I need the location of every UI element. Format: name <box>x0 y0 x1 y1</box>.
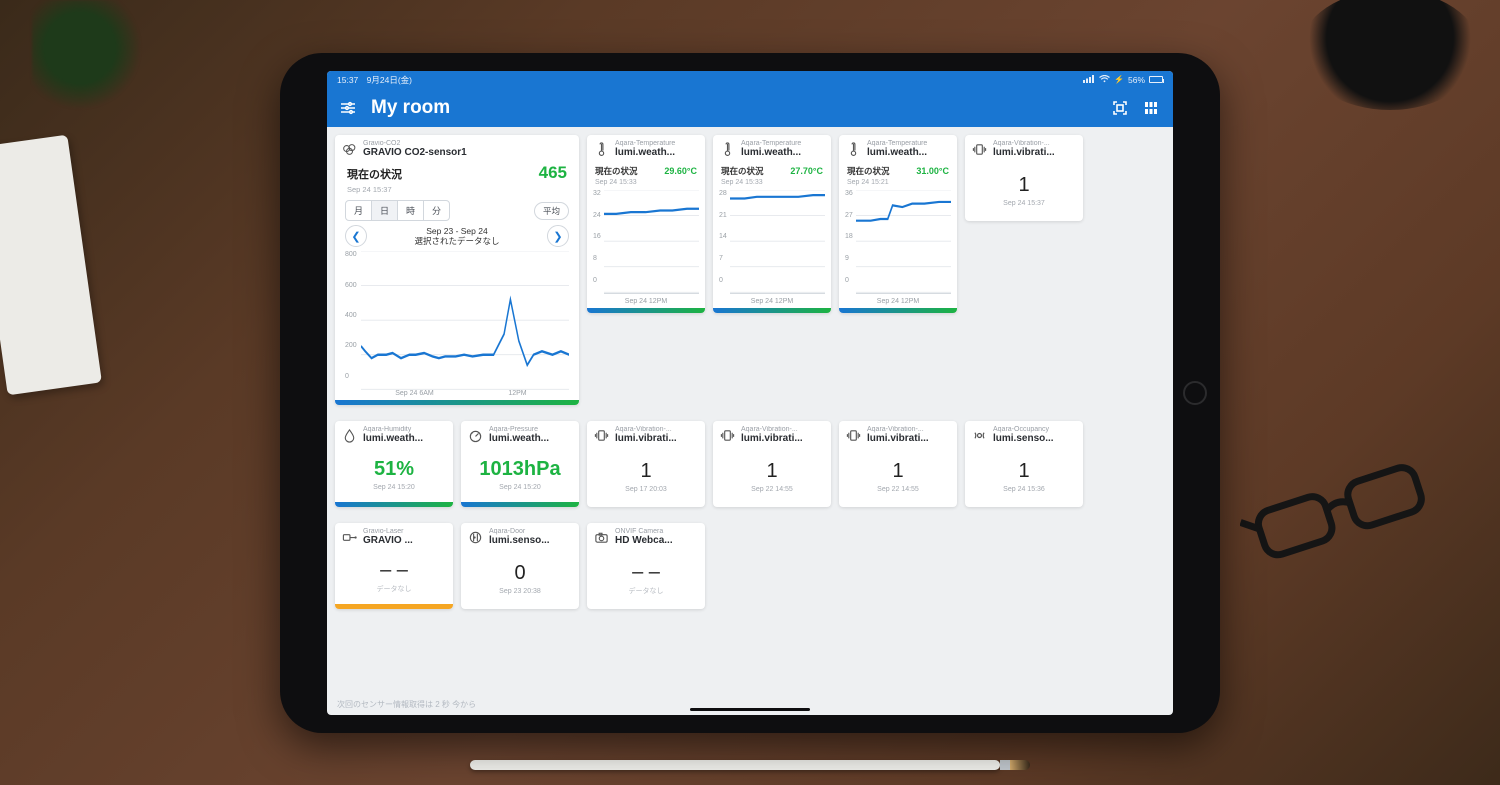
sensor-type: Gravio-CO2 <box>363 140 572 148</box>
battery-icon <box>1149 76 1163 83</box>
door-icon <box>468 530 483 545</box>
co2-icon <box>342 142 357 157</box>
vibration-icon <box>594 428 609 443</box>
chart-date-range: Sep 23 - Sep 24 <box>414 226 499 237</box>
temperature-chart: 36271890 <box>839 186 957 295</box>
tablet-frame: 15:37 9月24日(金) ⚡ 56% My room <box>280 53 1220 733</box>
status-gradient-bar <box>335 400 579 405</box>
page-title: My room <box>371 97 450 119</box>
vibration-icon <box>720 428 735 443</box>
time-range-segments: 月 日 時 分 <box>345 200 450 221</box>
temperature-chart: 32241680 <box>587 186 705 295</box>
occupancy-icon <box>972 428 987 443</box>
sensor-name: GRAVIO CO2-sensor1 <box>363 147 572 159</box>
tile-value: 0 <box>514 562 525 585</box>
temperature-value: 27.70°C <box>790 166 823 176</box>
decor-branch <box>32 0 152 120</box>
droplet-icon <box>342 428 357 443</box>
vibration-icon <box>972 142 987 157</box>
signal-icon <box>1083 75 1095 85</box>
status-date: 9月24日(金) <box>367 75 412 85</box>
chart-next-button[interactable]: ❯ <box>547 225 569 247</box>
charging-icon: ⚡ <box>1114 75 1124 84</box>
app-header: My room <box>327 89 1173 127</box>
temperature-chart: 28211470 <box>713 186 831 295</box>
tile-value: – – <box>632 561 660 584</box>
status-time: 15:37 <box>337 75 358 85</box>
scan-icon[interactable] <box>1111 99 1129 117</box>
thermometer-icon <box>594 142 609 157</box>
sensor-card[interactable]: ONVIF CameraHD Webca...– –データなし <box>587 523 705 609</box>
temperature-value: 29.60°C <box>664 166 697 176</box>
sensor-card[interactable]: Aqara-Vibration-...lumi.vibrati...1Sep 2… <box>713 421 831 507</box>
battery-pct: 56% <box>1128 75 1145 85</box>
co2-value: 465 <box>539 163 567 183</box>
sensor-card[interactable]: Aqara-Humiditylumi.weath...51%Sep 24 15:… <box>335 421 453 507</box>
temperature-value: 31.00°C <box>916 166 949 176</box>
tile-value: 1 <box>1018 460 1029 483</box>
decor-glasses <box>1240 430 1460 590</box>
seg-day[interactable]: 日 <box>372 201 398 220</box>
seg-minute[interactable]: 分 <box>424 201 449 220</box>
co2-chart: 800 600 400 200 0 <box>335 249 579 389</box>
sensor-card-co2[interactable]: Gravio-CO2 GRAVIO CO2-sensor1 現在の状況 465 … <box>335 135 579 405</box>
sensor-card[interactable]: Aqara-Pressurelumi.weath...1013hPaSep 24… <box>461 421 579 507</box>
card-grid: Gravio-CO2 GRAVIO CO2-sensor1 現在の状況 465 … <box>327 127 1173 695</box>
co2-timestamp: Sep 24 15:37 <box>335 185 579 198</box>
decor-apple-pencil <box>470 759 1030 771</box>
sensor-card[interactable]: Aqara-Vibration-...lumi.vibrati...1Sep 1… <box>587 421 705 507</box>
status-label: 現在の状況 <box>347 166 402 182</box>
wifi-icon <box>1099 75 1110 85</box>
thermometer-icon <box>720 142 735 157</box>
sensor-card[interactable]: Aqara-Doorlumi.senso...0Sep 23 20:38 <box>461 523 579 609</box>
vibration-icon <box>846 428 861 443</box>
menu-icon[interactable] <box>339 99 357 117</box>
tile-value: 1 <box>766 460 777 483</box>
tablet-home-button[interactable] <box>1183 381 1207 405</box>
sensor-card[interactable]: Aqara-Vibration-...lumi.vibrati...1Sep 2… <box>839 421 957 507</box>
chart-nodata-label: 選択されたデータなし <box>414 236 499 247</box>
status-bar: 15:37 9月24日(金) ⚡ 56% <box>327 71 1173 89</box>
chart-prev-button[interactable]: ❮ <box>345 225 367 247</box>
footer-status: 次回のセンサー情報取得は 2 秒 今から <box>327 695 1173 715</box>
sensor-card-temperature[interactable]: Aqara-Temperaturelumi.weath...現在の状況29.60… <box>587 135 705 313</box>
sensor-card-temperature[interactable]: Aqara-Temperaturelumi.weath...現在の状況31.00… <box>839 135 957 313</box>
decor-camera <box>1300 0 1480 110</box>
gauge-icon <box>468 428 483 443</box>
sensor-card-vibration[interactable]: Aqara-Vibration-... lumi.vibrati... 1 Se… <box>965 135 1083 221</box>
tile-value: – – <box>380 559 408 582</box>
laser-icon <box>342 530 357 545</box>
sensor-card[interactable]: Gravio-LaserGRAVIO ...– –データなし <box>335 523 453 609</box>
tile-value: 1 <box>640 460 651 483</box>
tile-value: 1013hPa <box>479 458 560 481</box>
sensor-card-temperature[interactable]: Aqara-Temperaturelumi.weath...現在の状況27.70… <box>713 135 831 313</box>
seg-month[interactable]: 月 <box>346 201 372 220</box>
sensor-card[interactable]: Aqara-Occupancylumi.senso...1Sep 24 15:3… <box>965 421 1083 507</box>
thermometer-icon <box>846 142 861 157</box>
decor-laptop-corner <box>0 135 102 396</box>
app-screen: 15:37 9月24日(金) ⚡ 56% My room <box>327 71 1173 715</box>
seg-hour[interactable]: 時 <box>398 201 424 220</box>
camera-icon <box>594 530 609 545</box>
home-indicator[interactable] <box>690 708 810 711</box>
tile-value: 51% <box>374 458 414 481</box>
grid-icon[interactable] <box>1143 99 1161 117</box>
aggregate-mode[interactable]: 平均 <box>534 202 569 220</box>
tile-value: 1 <box>892 460 903 483</box>
